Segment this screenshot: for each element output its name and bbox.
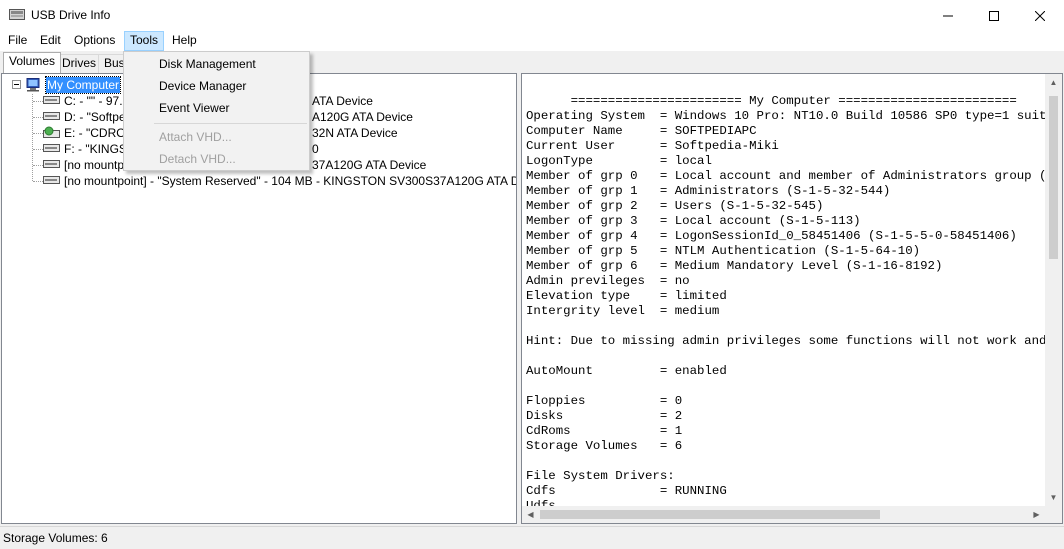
tree-item-label: F: - "KINGS — [64, 142, 127, 156]
drive-icon — [43, 160, 60, 168]
drive-icon — [43, 96, 60, 104]
menu-tools[interactable]: Tools — [124, 31, 165, 51]
report-line: Floppies = 0 — [526, 394, 683, 408]
tree-item-label: ATA Device — [312, 94, 373, 108]
window-title: USB Drive Info — [31, 8, 111, 22]
report-line: Member of grp 6 = Medium Mandatory Level… — [526, 259, 943, 273]
report-line: Current User = Softpedia-Miki — [526, 139, 779, 153]
report-line: Member of grp 4 = LogonSessionId_0_58451… — [526, 229, 1017, 243]
menu-file[interactable]: File — [3, 31, 32, 51]
drive-icon — [43, 144, 60, 152]
tree-item-label: 37A120G ATA Device — [312, 158, 427, 172]
horizontal-scroll-thumb[interactable] — [540, 510, 880, 519]
report-line: Member of grp 2 = Users (S-1-5-32-545) — [526, 199, 824, 213]
drive-icon — [43, 176, 60, 184]
report-line: Disks = 2 — [526, 409, 683, 423]
report-pane[interactable]: ======================= My Computer ====… — [521, 73, 1063, 524]
usb-drive-icon — [9, 9, 25, 20]
report-line: Member of grp 1 = Administrators (S-1-5-… — [526, 184, 891, 198]
tree-item-label: [no mountpo — [64, 158, 131, 172]
horizontal-scrollbar[interactable]: ◀ ▶ — [522, 506, 1045, 523]
scroll-down-icon[interactable]: ▼ — [1045, 489, 1062, 506]
report-line — [526, 454, 1046, 469]
menu-item-event-viewer[interactable]: Event Viewer — [126, 97, 307, 119]
report-line: CdRoms = 1 — [526, 424, 683, 438]
report-line — [526, 319, 1046, 334]
menu-item-detach-vhd: Detach VHD... — [159, 152, 236, 166]
scrollbar-corner — [1045, 506, 1062, 523]
vertical-scrollbar[interactable]: ▲ ▼ — [1045, 74, 1062, 506]
report-line: Member of grp 0 = Local account and memb… — [526, 169, 1046, 183]
report-line: File System Drivers: — [526, 469, 675, 483]
report-line — [526, 379, 1046, 394]
scroll-up-icon[interactable]: ▲ — [1045, 74, 1062, 91]
report-line: Cdfs = RUNNING — [526, 484, 727, 498]
report-line: LogonType = local — [526, 154, 712, 168]
report-line: Intergrity level = medium — [526, 304, 720, 318]
close-icon — [1035, 10, 1045, 21]
menu-edit[interactable]: Edit — [35, 31, 66, 51]
maximize-icon — [989, 10, 999, 21]
minimize-icon — [943, 15, 953, 16]
menu-item-attach-vhd: Attach VHD... — [159, 130, 232, 144]
computer-icon — [26, 78, 40, 92]
vertical-scroll-thumb[interactable] — [1049, 96, 1058, 259]
report-line: AutoMount = enabled — [526, 364, 727, 378]
tab-drives[interactable]: Drives — [56, 54, 103, 73]
report-line: Member of grp 5 = NTLM Authentication (S… — [526, 244, 921, 258]
minimize-button[interactable] — [925, 0, 971, 31]
report-line: Storage Volumes = 6 — [526, 439, 683, 453]
report-line: Computer Name = SOFTPEDIAPC — [526, 124, 757, 138]
tree-item-label: [no mountpoint] - "System Reserved" - 10… — [64, 174, 517, 188]
scroll-right-icon[interactable]: ▶ — [1028, 506, 1045, 523]
report-line: Operating System = Windows 10 Pro: NT10.… — [526, 109, 1046, 123]
tools-dropdown: Disk Management Device Manager Event Vie… — [123, 51, 310, 171]
tree-item-label: A120G ATA Device — [312, 110, 413, 124]
status-bar: Storage Volumes: 6 — [0, 526, 1064, 549]
maximize-button[interactable] — [971, 0, 1017, 31]
report-line: ======================= My Computer ====… — [526, 94, 1017, 108]
tree-item-label: C: - "" - 97.9 — [64, 94, 130, 108]
report-line: Member of grp 3 = Local account (S-1-5-1… — [526, 214, 861, 228]
scroll-left-icon[interactable]: ◀ — [522, 506, 539, 523]
title-bar: USB Drive Info — [0, 0, 1064, 31]
tree-root-label[interactable]: My Computer — [44, 76, 122, 94]
report-line: Elevation type = limited — [526, 289, 727, 303]
tree-item-label: 32N ATA Device — [312, 126, 398, 140]
menu-item-device-manager[interactable]: Device Manager — [126, 75, 307, 97]
menu-separator — [154, 123, 307, 124]
drive-icon — [43, 112, 60, 120]
report-text: ======================= My Computer ====… — [526, 94, 1046, 508]
status-text: Storage Volumes: 6 — [3, 531, 108, 545]
close-button[interactable] — [1017, 0, 1063, 31]
cdrom-drive-icon — [43, 126, 60, 138]
menu-options[interactable]: Options — [69, 31, 120, 51]
report-line — [526, 349, 1046, 364]
tree-item-label: 0 — [312, 142, 319, 156]
report-line: Hint: Due to missing admin privileges so… — [526, 334, 1046, 348]
report-line: Admin previleges = no — [526, 274, 690, 288]
menu-item-disk-management[interactable]: Disk Management — [126, 53, 307, 75]
tab-volumes[interactable]: Volumes — [3, 52, 62, 73]
menu-bar: File Edit Options Tools Help — [0, 31, 1064, 51]
menu-help[interactable]: Help — [167, 31, 202, 51]
tree-item-volume[interactable]: [no mountpoint] - "System Reserved" - 10… — [2, 173, 517, 189]
